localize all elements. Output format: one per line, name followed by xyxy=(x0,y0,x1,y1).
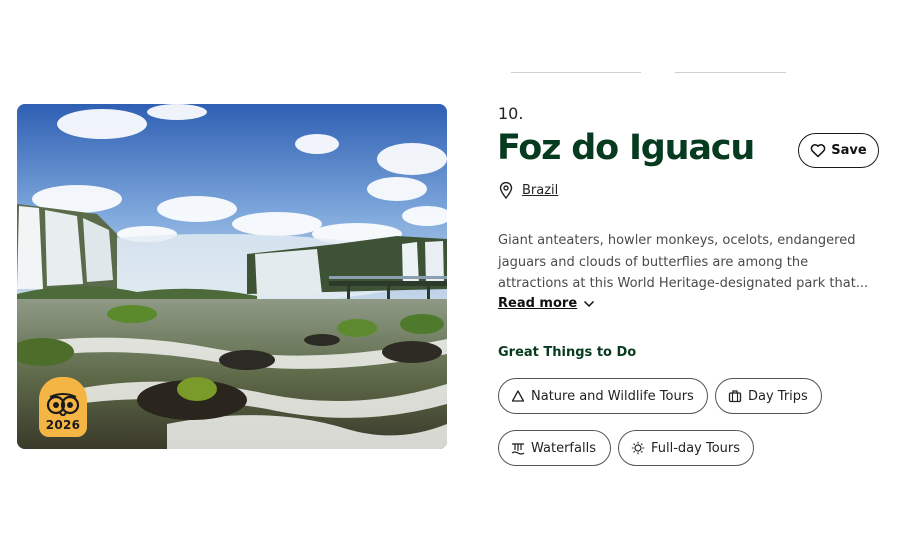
owl-logo-icon xyxy=(46,393,80,416)
country-link[interactable]: Brazil xyxy=(522,183,558,198)
destination-title: Foz do Iguacu xyxy=(497,128,755,168)
travelers-choice-award-badge: 2026 xyxy=(39,377,87,437)
chip-label: Full-day Tours xyxy=(651,440,741,456)
description-line: attractions at this World Heritage-desig… xyxy=(498,276,869,291)
triangle-icon xyxy=(511,390,525,402)
save-button[interactable]: Save xyxy=(798,133,879,168)
save-button-label: Save xyxy=(831,143,867,158)
description-line: Giant anteaters, howler monkeys, ocelots… xyxy=(498,233,856,248)
chip-waterfalls[interactable]: Waterfalls xyxy=(498,430,611,466)
chip-label: Waterfalls xyxy=(531,440,596,456)
chip-full-day-tours[interactable]: Full-day Tours xyxy=(618,430,754,466)
chip-label: Nature and Wildlife Tours xyxy=(531,388,694,404)
award-year: 2026 xyxy=(45,418,81,432)
location: Brazil xyxy=(499,182,558,199)
tab-underline-left xyxy=(511,72,641,73)
chip-day-trips[interactable]: Day Trips xyxy=(715,378,822,414)
heart-icon xyxy=(810,144,826,158)
tab-underline-right xyxy=(675,72,786,73)
chip-label: Day Trips xyxy=(748,388,808,404)
chip-nature-wildlife-tours[interactable]: Nature and Wildlife Tours xyxy=(498,378,708,414)
map-pin-icon xyxy=(499,182,513,199)
read-more-label: Read more xyxy=(498,296,578,311)
read-more-button[interactable]: Read more xyxy=(498,296,595,311)
rank-number: 10. xyxy=(498,104,524,123)
description: Giant anteaters, howler monkeys, ocelots… xyxy=(498,230,878,295)
sun-icon xyxy=(631,441,645,455)
waterfall-icon xyxy=(511,443,525,455)
great-things-heading: Great Things to Do xyxy=(498,345,637,360)
suitcase-icon xyxy=(728,390,742,403)
description-line: jaguars and clouds of butterflies are am… xyxy=(498,254,809,270)
chevron-down-icon xyxy=(584,300,595,307)
